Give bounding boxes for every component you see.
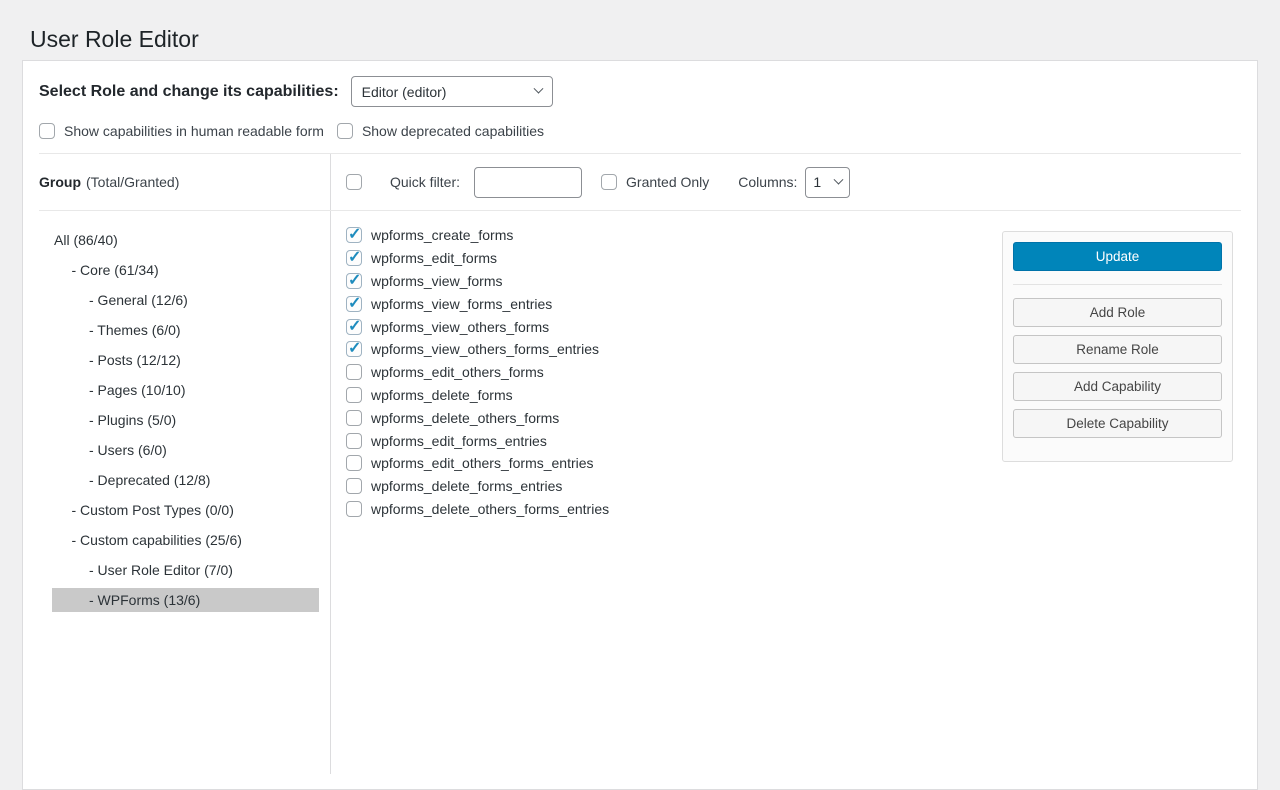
role-selector-row: Select Role and change its capabilities:… <box>23 61 1257 107</box>
capability-label: wpforms_view_others_forms <box>371 319 549 335</box>
group-header: Group (Total/Granted) <box>23 154 330 210</box>
capability-row: wpforms_edit_forms_entries <box>346 429 609 452</box>
group-tree-item[interactable]: - Custom capabilities (25/6) <box>52 528 319 552</box>
role-selector-label: Select Role and change its capabilities: <box>39 83 339 101</box>
group-tree-item[interactable]: - Users (6/0) <box>52 438 319 462</box>
capability-checkbox[interactable] <box>346 433 362 449</box>
chevron-down-icon <box>533 84 543 94</box>
capability-checkbox[interactable] <box>346 387 362 403</box>
role-select[interactable]: Editor (editor) <box>351 76 553 107</box>
quick-filter-label: Quick filter: <box>390 174 460 190</box>
capability-label: wpforms_delete_forms_entries <box>371 478 562 494</box>
capability-label: wpforms_edit_others_forms <box>371 364 544 380</box>
column-separator <box>330 154 331 774</box>
capability-label: wpforms_view_forms_entries <box>371 296 552 312</box>
add-capability-button[interactable]: Add Capability <box>1013 372 1222 401</box>
capability-label: wpforms_view_others_forms_entries <box>371 341 599 357</box>
capability-row: wpforms_create_forms <box>346 224 609 247</box>
delete-capability-button[interactable]: Delete Capability <box>1013 409 1222 438</box>
granted-only-label: Granted Only <box>626 174 709 190</box>
capability-checkbox[interactable] <box>346 341 362 357</box>
capability-checkbox[interactable] <box>346 296 362 312</box>
columns-select-value: 1 <box>813 174 821 190</box>
capability-checkbox[interactable] <box>346 250 362 266</box>
capability-label: wpforms_edit_others_forms_entries <box>371 455 594 471</box>
show-deprecated-label: Show deprecated capabilities <box>362 123 544 139</box>
group-tree-item[interactable]: - Pages (10/10) <box>52 378 319 402</box>
panel-divider <box>1013 284 1222 285</box>
display-options-row: Show capabilities in human readable form… <box>23 123 1257 139</box>
capability-row: wpforms_delete_others_forms_entries <box>346 498 609 521</box>
group-tree-item[interactable]: - Plugins (5/0) <box>52 408 319 432</box>
human-readable-label: Show capabilities in human readable form <box>64 123 324 139</box>
group-header-title: Group <box>39 174 81 190</box>
filter-bar: Quick filter: Granted Only Columns: 1 <box>331 154 1257 210</box>
capability-row: wpforms_view_forms <box>346 270 609 293</box>
capability-row: wpforms_edit_forms <box>346 247 609 270</box>
group-tree-item[interactable]: All (86/40) <box>52 228 319 252</box>
capability-row: wpforms_delete_forms_entries <box>346 475 609 498</box>
capability-label: wpforms_delete_others_forms <box>371 410 559 426</box>
chevron-down-icon <box>834 174 844 184</box>
group-tree: All (86/40) - Core (61/34) - General (12/6… <box>23 211 330 618</box>
capability-label: wpforms_create_forms <box>371 227 513 243</box>
quick-filter-input[interactable] <box>474 167 582 198</box>
group-tree-item[interactable]: - User Role Editor (7/0) <box>52 558 319 582</box>
capability-list: wpforms_create_forms wpforms_edit_formswp… <box>346 224 609 520</box>
group-tree-item[interactable]: - WPForms (13/6) <box>52 588 319 612</box>
capability-row: wpforms_delete_others_forms <box>346 406 609 429</box>
rename-role-button[interactable]: Rename Role <box>1013 335 1222 364</box>
page-title: User Role Editor <box>30 25 199 55</box>
select-all-checkbox[interactable] <box>346 174 362 190</box>
capability-label: wpforms_delete_forms <box>371 387 513 403</box>
columns-select[interactable]: 1 <box>805 167 850 198</box>
capability-checkbox[interactable] <box>346 273 362 289</box>
capability-checkbox[interactable] <box>346 319 362 335</box>
capability-checkbox[interactable] <box>346 478 362 494</box>
capability-row: wpforms_edit_others_forms <box>346 361 609 384</box>
group-tree-item[interactable]: - Posts (12/12) <box>52 348 319 372</box>
action-panel: Update Add Role Rename Role Add Capability… <box>1002 231 1233 462</box>
user-role-editor-panel: Select Role and change its capabilities:… <box>22 60 1258 790</box>
role-select-value: Editor (editor) <box>362 84 447 100</box>
capability-row: wpforms_delete_forms <box>346 384 609 407</box>
group-tree-item[interactable]: - Themes (6/0) <box>52 318 319 342</box>
content-columns: Group (Total/Granted) Quick filter: Gran… <box>23 154 1257 774</box>
capability-label: wpforms_delete_others_forms_entries <box>371 501 609 517</box>
show-deprecated-checkbox[interactable] <box>337 123 353 139</box>
secondary-buttons: Add Role Rename Role Add Capability Delete … <box>1013 298 1222 438</box>
group-tree-item[interactable]: - General (12/6) <box>52 288 319 312</box>
group-tree-item[interactable]: - Deprecated (12/8) <box>52 468 319 492</box>
capability-label: wpforms_view_forms <box>371 273 502 289</box>
capability-checkbox[interactable] <box>346 410 362 426</box>
columns-label: Columns: <box>738 174 797 190</box>
capability-label: wpforms_edit_forms_entries <box>371 433 547 449</box>
capability-row: wpforms_view_others_forms_entries <box>346 338 609 361</box>
capability-row: wpforms_edit_others_forms_entries <box>346 452 609 475</box>
capability-checkbox[interactable] <box>346 501 362 517</box>
capability-row: wpforms_view_forms_entries <box>346 292 609 315</box>
add-role-button[interactable]: Add Role <box>1013 298 1222 327</box>
group-tree-item[interactable]: - Core (61/34) <box>52 258 319 282</box>
human-readable-checkbox[interactable] <box>39 123 55 139</box>
capability-label: wpforms_edit_forms <box>371 250 497 266</box>
update-button[interactable]: Update <box>1013 242 1222 271</box>
group-tree-item[interactable]: - Custom Post Types (0/0) <box>52 498 319 522</box>
capability-checkbox[interactable] <box>346 227 362 243</box>
group-header-suffix: (Total/Granted) <box>86 174 179 190</box>
capability-checkbox[interactable] <box>346 364 362 380</box>
capability-checkbox[interactable] <box>346 455 362 471</box>
capability-row: wpforms_view_others_forms <box>346 315 609 338</box>
granted-only-checkbox[interactable] <box>601 174 617 190</box>
